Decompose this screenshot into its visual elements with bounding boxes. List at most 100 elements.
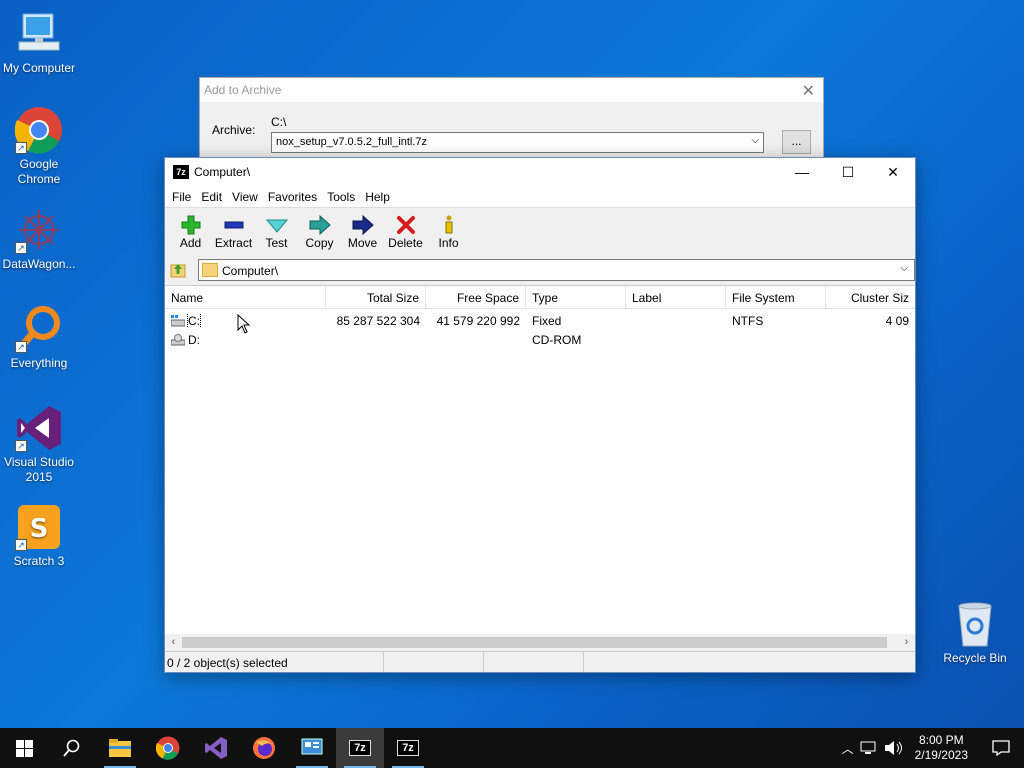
- desktop-icon-label: Google Chrome: [17, 157, 61, 186]
- minimize-icon[interactable]: —: [779, 158, 825, 187]
- taskbar-firefox[interactable]: [240, 728, 288, 768]
- table-row[interactable]: D: CD-ROM: [165, 330, 915, 349]
- volume-icon[interactable]: [883, 740, 905, 756]
- minus-icon: [212, 214, 255, 236]
- taskbar-visual-studio[interactable]: [192, 728, 240, 768]
- row-type: Fixed: [532, 313, 562, 328]
- desktop-icon-label: DataWagon...: [2, 257, 76, 271]
- horizontal-scrollbar[interactable]: ‹ ›: [165, 634, 915, 651]
- desktop-icon-visual-studio[interactable]: ↗ Visual Studio 2015: [0, 404, 78, 485]
- folder-icon: [202, 263, 218, 277]
- delete-label: Delete: [388, 236, 423, 250]
- archive-name-combobox[interactable]: nox_setup_v7.0.5.2_full_intl.7z ⌵: [271, 132, 764, 153]
- test-label: Test: [265, 236, 288, 250]
- chrome-icon: ↗: [14, 106, 63, 154]
- search-icon: [63, 739, 80, 757]
- desktop-icon-label: Everything: [10, 356, 68, 370]
- column-header-label[interactable]: Label: [626, 286, 726, 308]
- delete-button[interactable]: Delete: [384, 208, 427, 257]
- notification-icon: [992, 740, 1010, 756]
- plus-icon: [169, 214, 212, 236]
- chevron-down-icon[interactable]: ⌵: [900, 263, 908, 274]
- taskbar-7zip[interactable]: 7z: [384, 728, 432, 768]
- column-header-cluster-size[interactable]: Cluster Siz: [826, 286, 915, 308]
- info-button[interactable]: Info: [427, 208, 470, 257]
- desktop-icon-label: Recycle Bin: [943, 651, 1007, 665]
- dialog-titlebar[interactable]: Add to Archive ✕: [200, 78, 823, 102]
- extract-button[interactable]: Extract: [212, 208, 255, 257]
- column-header-name[interactable]: Name: [165, 286, 326, 308]
- hard-drive-icon: [170, 315, 186, 327]
- copy-button[interactable]: Copy: [298, 208, 341, 257]
- address-bar-row: Computer\ ⌵: [165, 257, 915, 283]
- menu-help[interactable]: Help: [360, 187, 395, 207]
- column-header-file-system[interactable]: File System: [726, 286, 826, 308]
- chevron-down-icon[interactable]: ⌵: [751, 135, 759, 146]
- column-header-total-size[interactable]: Total Size: [326, 286, 426, 308]
- control-panel-icon: [301, 738, 323, 755]
- windows-logo-icon: [15, 739, 33, 757]
- row-total-size: 85 287 522 304: [336, 313, 420, 328]
- network-icon[interactable]: [859, 740, 879, 756]
- taskbar-7zip-active[interactable]: 7z: [336, 728, 384, 768]
- column-header-free-space[interactable]: Free Space: [426, 286, 526, 308]
- status-bar: 0 / 2 object(s) selected: [165, 651, 915, 672]
- close-icon[interactable]: ✕: [802, 81, 815, 101]
- window-titlebar[interactable]: 7z Computer\ — ☐ ✕: [165, 158, 915, 187]
- row-cluster-size: 4 09: [885, 313, 909, 328]
- move-button[interactable]: Move: [341, 208, 384, 257]
- system-tray: ︿ 8:00 PM 2/19/2023: [837, 728, 1024, 768]
- menu-tools[interactable]: Tools: [322, 187, 360, 207]
- add-to-archive-dialog[interactable]: Add to Archive ✕ Archive: C:\ nox_setup_…: [199, 77, 824, 167]
- row-name-cell: D:: [165, 333, 326, 347]
- info-icon: [427, 214, 470, 236]
- desktop-icon-scratch[interactable]: S ↗ Scratch 3: [0, 503, 78, 569]
- desktop-icon-everything[interactable]: ↗ Everything: [0, 305, 78, 371]
- clock[interactable]: 8:00 PM 2/19/2023: [905, 733, 978, 763]
- menu-view[interactable]: View: [227, 187, 263, 207]
- desktop-icon-google-chrome[interactable]: ↗ Google Chrome: [0, 106, 78, 187]
- taskbar-control-panel[interactable]: [288, 728, 336, 768]
- window-title: Computer\: [194, 165, 251, 179]
- desktop-icon-recycle-bin[interactable]: Recycle Bin: [940, 602, 1010, 665]
- column-headers: Name Total Size Free Space Type Label Fi…: [165, 286, 915, 309]
- desktop-icon-my-computer[interactable]: My Computer: [0, 10, 78, 76]
- file-list[interactable]: Name Total Size Free Space Type Label Fi…: [165, 285, 915, 634]
- 7zip-app-icon: 7z: [349, 740, 371, 756]
- dialog-title: Add to Archive: [204, 83, 282, 97]
- search-button[interactable]: [48, 728, 96, 768]
- toolbar: Add Extract Test Copy Move Delete Info: [165, 207, 915, 257]
- column-header-type[interactable]: Type: [526, 286, 626, 308]
- add-label: Add: [179, 236, 202, 250]
- 7zip-file-manager-window[interactable]: 7z Computer\ — ☐ ✕ File Edit View Favori…: [164, 157, 916, 673]
- chevron-left-icon[interactable]: ‹: [165, 634, 182, 651]
- notification-center-button[interactable]: [978, 728, 1024, 768]
- desktop-icon-label: My Computer: [2, 61, 76, 75]
- chevron-right-icon[interactable]: ›: [898, 634, 915, 651]
- test-button[interactable]: Test: [255, 208, 298, 257]
- close-icon[interactable]: ✕: [870, 158, 916, 187]
- browse-button[interactable]: ...: [782, 130, 811, 154]
- visual-studio-icon: [205, 737, 227, 759]
- taskbar-file-explorer[interactable]: [96, 728, 144, 768]
- scrollbar-thumb[interactable]: [182, 637, 887, 648]
- menu-edit[interactable]: Edit: [196, 187, 227, 207]
- address-combobox[interactable]: Computer\ ⌵: [198, 259, 915, 281]
- shortcut-arrow-icon: ↗: [15, 341, 27, 353]
- table-row[interactable]: C: 85 287 522 304 41 579 220 992 Fixed N…: [165, 311, 915, 330]
- maximize-icon[interactable]: ☐: [825, 158, 871, 187]
- folder-icon: [109, 739, 131, 757]
- computer-icon: [15, 10, 63, 58]
- menu-file[interactable]: File: [167, 187, 196, 207]
- up-folder-icon[interactable]: [170, 261, 186, 278]
- status-panel: [484, 652, 584, 672]
- menu-favorites[interactable]: Favorites: [263, 187, 322, 207]
- desktop-icon-datawagon[interactable]: ↗ DataWagon...: [0, 206, 78, 272]
- row-type: CD-ROM: [532, 332, 582, 347]
- start-button[interactable]: [0, 728, 48, 768]
- chevron-up-icon[interactable]: ︿: [837, 740, 859, 757]
- add-button[interactable]: Add: [169, 208, 212, 257]
- delete-x-icon: [384, 214, 427, 236]
- taskbar-chrome[interactable]: [144, 728, 192, 768]
- everything-search-icon: ↗: [15, 305, 63, 353]
